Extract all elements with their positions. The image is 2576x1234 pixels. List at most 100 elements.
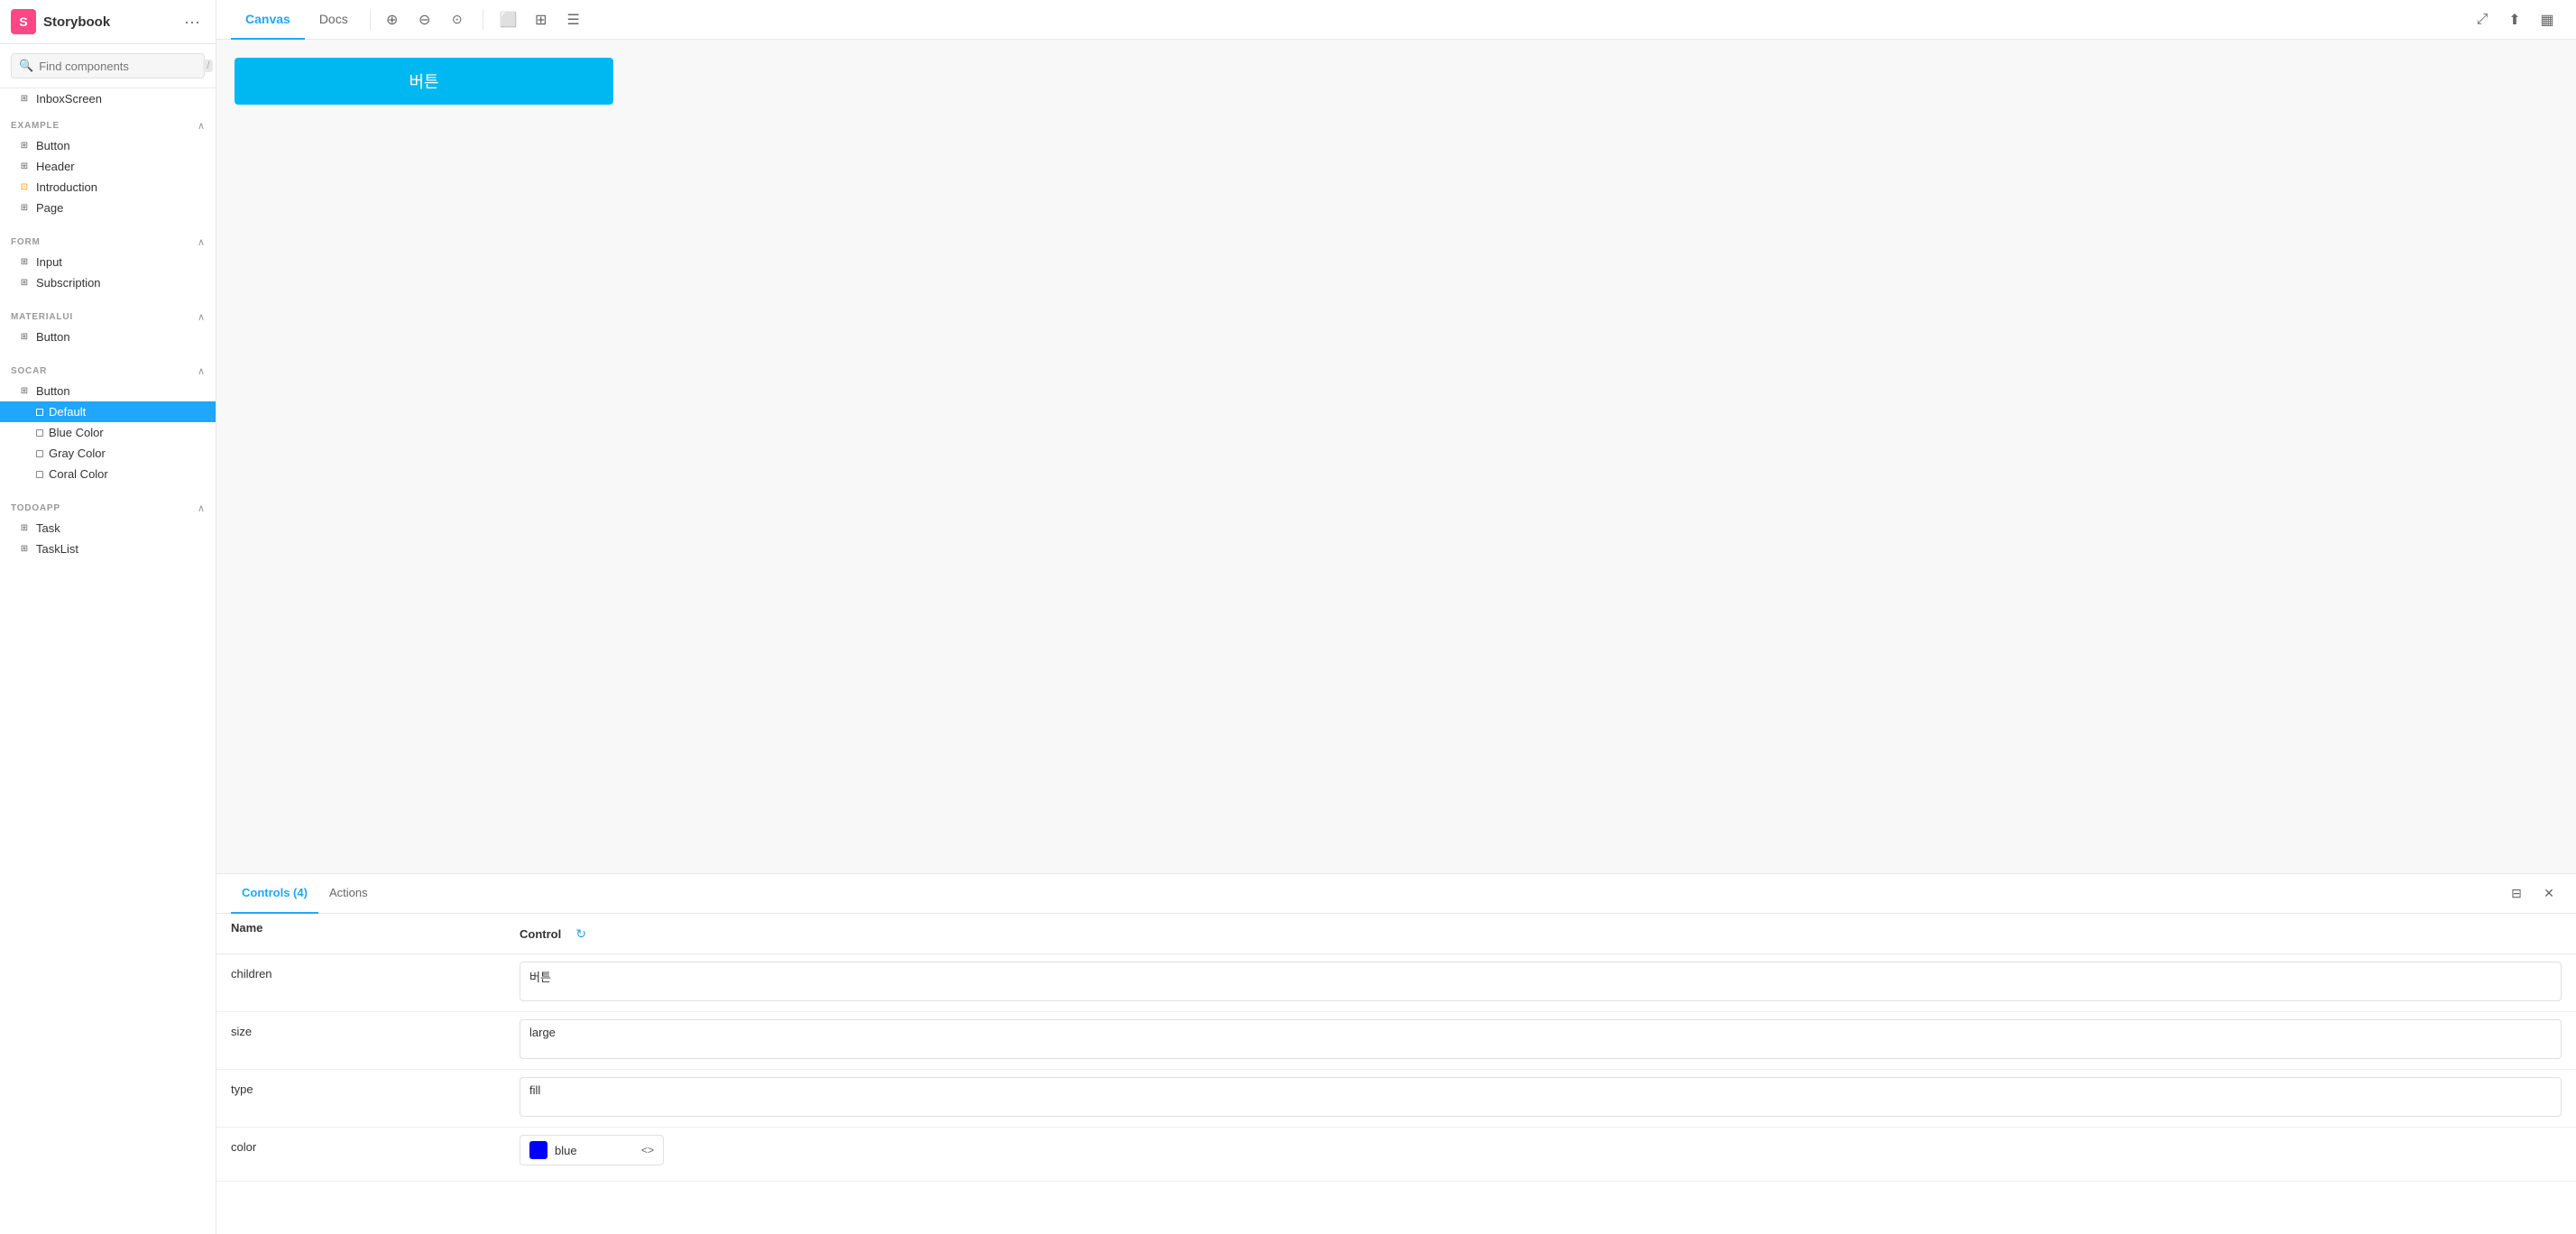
book-icon: ⊞	[18, 522, 31, 535]
grid-view-button[interactable]: ⊞	[527, 5, 556, 34]
ctrl-value-size: large	[505, 1012, 2576, 1069]
image-view-button[interactable]: ⬜	[494, 5, 523, 34]
controls-table-header: Name Control ↻	[216, 914, 2576, 954]
book-icon: ⊞	[18, 202, 31, 215]
zoom-reset-button[interactable]: ⊙	[443, 5, 472, 34]
section-title-materialui: MATERIALUI	[11, 312, 73, 322]
book-icon: ⊞	[18, 331, 31, 344]
sidebar-sub-item-gray-color[interactable]: Gray Color	[0, 443, 216, 464]
sidebar-item-example-introduction[interactable]: ⊡ Introduction	[0, 177, 216, 198]
col-control-header: Control	[520, 927, 561, 941]
control-row-color: color blue <>	[216, 1128, 2576, 1182]
app-name: Storybook	[43, 14, 110, 30]
tab-canvas[interactable]: Canvas	[231, 0, 305, 40]
main-content: Canvas Docs ⊕ ⊖ ⊙ ⬜ ⊞	[216, 0, 2576, 1234]
size-input[interactable]: large	[520, 1019, 2562, 1059]
sub-item-dot-icon	[36, 429, 43, 437]
inbox-label: InboxScreen	[36, 92, 102, 106]
search-input[interactable]	[39, 60, 198, 73]
topbar-tabs: Canvas Docs	[231, 0, 363, 40]
ctrl-value-type: fill	[505, 1070, 2576, 1127]
item-label: Button	[36, 384, 70, 398]
sidebar-item-form-input[interactable]: ⊞ Input	[0, 252, 216, 272]
sidebar-toggle-button[interactable]: ▦	[2533, 5, 2562, 34]
layout-icon: ⊟	[2511, 886, 2522, 901]
ctrl-name-size: size	[216, 1012, 505, 1051]
sub-item-label: Gray Color	[49, 447, 106, 460]
section-header-todoapp[interactable]: TODOAPP ∧	[0, 499, 216, 518]
section-title-socar: SOCAR	[11, 366, 47, 376]
ctrl-value-color: blue <>	[505, 1128, 2576, 1173]
expand-button[interactable]: ⤢	[2468, 5, 2497, 34]
sidebar-item-example-header[interactable]: ⊞ Header	[0, 156, 216, 177]
controls-close-button[interactable]: ✕	[2536, 881, 2562, 907]
ctrl-name-type: type	[216, 1070, 505, 1109]
zoom-in-button[interactable]: ⊕	[378, 5, 407, 34]
sidebar-item-inbox[interactable]: ⊞ InboxScreen	[0, 88, 216, 109]
sub-item-dot-icon	[36, 409, 43, 416]
item-label: TaskList	[36, 542, 78, 556]
sub-item-label: Default	[49, 405, 86, 419]
ctrl-value-children: 버튼	[505, 954, 2576, 1011]
section-title-form: FORM	[11, 237, 41, 247]
book-icon: ⊞	[18, 161, 31, 173]
controls-layout-button[interactable]: ⊟	[2504, 881, 2529, 907]
chevron-icon-form: ∧	[198, 236, 205, 248]
item-label: Introduction	[36, 180, 97, 194]
section-header-example[interactable]: EXAMPLE ∧	[0, 116, 216, 135]
tab-docs[interactable]: Docs	[305, 0, 363, 40]
sidebar-item-example-button[interactable]: ⊞ Button	[0, 135, 216, 156]
more-button[interactable]: ···	[179, 9, 205, 34]
control-row-type: type fill	[216, 1070, 2576, 1128]
image-icon: ⬜	[500, 11, 518, 29]
sub-item-dot-icon	[36, 450, 43, 457]
sidebar-item-socar-button[interactable]: ⊞ Button	[0, 381, 216, 401]
chevron-icon-materialui: ∧	[198, 311, 205, 323]
section-header-form[interactable]: FORM ∧	[0, 233, 216, 252]
zoom-out-button[interactable]: ⊖	[410, 5, 439, 34]
section-example: EXAMPLE ∧ ⊞ Button ⊞ Header ⊡ Introducti…	[0, 109, 216, 226]
section-form: FORM ∧ ⊞ Input ⊞ Subscription	[0, 226, 216, 300]
book-icon: ⊞	[18, 93, 31, 106]
item-label: Input	[36, 255, 62, 269]
section-title-example: EXAMPLE	[11, 121, 60, 131]
type-input[interactable]: fill	[520, 1077, 2562, 1117]
chevron-icon-socar: ∧	[198, 365, 205, 377]
book-icon: ⊞	[18, 256, 31, 269]
preview-button[interactable]: 버튼	[235, 58, 613, 105]
tab-actions[interactable]: Actions	[318, 874, 379, 914]
list-view-button[interactable]: ☰	[559, 5, 588, 34]
children-input[interactable]: 버튼	[520, 962, 2562, 1001]
section-header-socar[interactable]: SOCAR ∧	[0, 362, 216, 381]
sidebar-item-materialui-button[interactable]: ⊞ Button	[0, 327, 216, 347]
color-code-toggle[interactable]: <>	[641, 1144, 654, 1156]
list-icon: ☰	[567, 11, 580, 29]
sidebar-item-todoapp-tasklist[interactable]: ⊞ TaskList	[0, 539, 216, 559]
search-shortcut: /	[203, 60, 213, 72]
sidebar-item-todoapp-task[interactable]: ⊞ Task	[0, 518, 216, 539]
controls-table: Name Control ↻ children 버튼 size	[216, 914, 2576, 1234]
sidebar-sub-item-coral-color[interactable]: Coral Color	[0, 464, 216, 484]
color-control[interactable]: blue <>	[520, 1135, 664, 1165]
topbar-tools: ⊕ ⊖ ⊙ ⬜ ⊞ ☰	[378, 5, 588, 34]
color-swatch	[529, 1141, 547, 1159]
sidebar: S Storybook ··· 🔍 / ⊞ InboxScreen EXAMPL…	[0, 0, 216, 1234]
sidebar-item-form-subscription[interactable]: ⊞ Subscription	[0, 272, 216, 293]
ctrl-name-children: children	[216, 954, 505, 993]
sidebar-sub-item-default[interactable]: Default	[0, 401, 216, 422]
col-name-header: Name	[231, 921, 520, 946]
refresh-button[interactable]: ↻	[568, 921, 593, 946]
topbar-right: ⤢ ⬆ ▦	[2468, 5, 2562, 34]
sub-item-dot-icon	[36, 471, 43, 478]
close-icon: ✕	[2544, 886, 2554, 901]
item-label: Button	[36, 139, 70, 152]
sidebar-header: S Storybook ···	[0, 0, 216, 44]
section-header-materialui[interactable]: MATERIALUI ∧	[0, 308, 216, 327]
controls-panel: Controls (4) Actions ⊟ ✕ Name Control ↻	[216, 873, 2576, 1234]
bookmark-icon: ⊡	[18, 181, 31, 194]
storybook-logo-icon: S	[11, 9, 36, 34]
tab-controls[interactable]: Controls (4)	[231, 874, 318, 914]
sidebar-item-example-page[interactable]: ⊞ Page	[0, 198, 216, 218]
sidebar-sub-item-blue-color[interactable]: Blue Color	[0, 422, 216, 443]
share-button[interactable]: ⬆	[2500, 5, 2529, 34]
